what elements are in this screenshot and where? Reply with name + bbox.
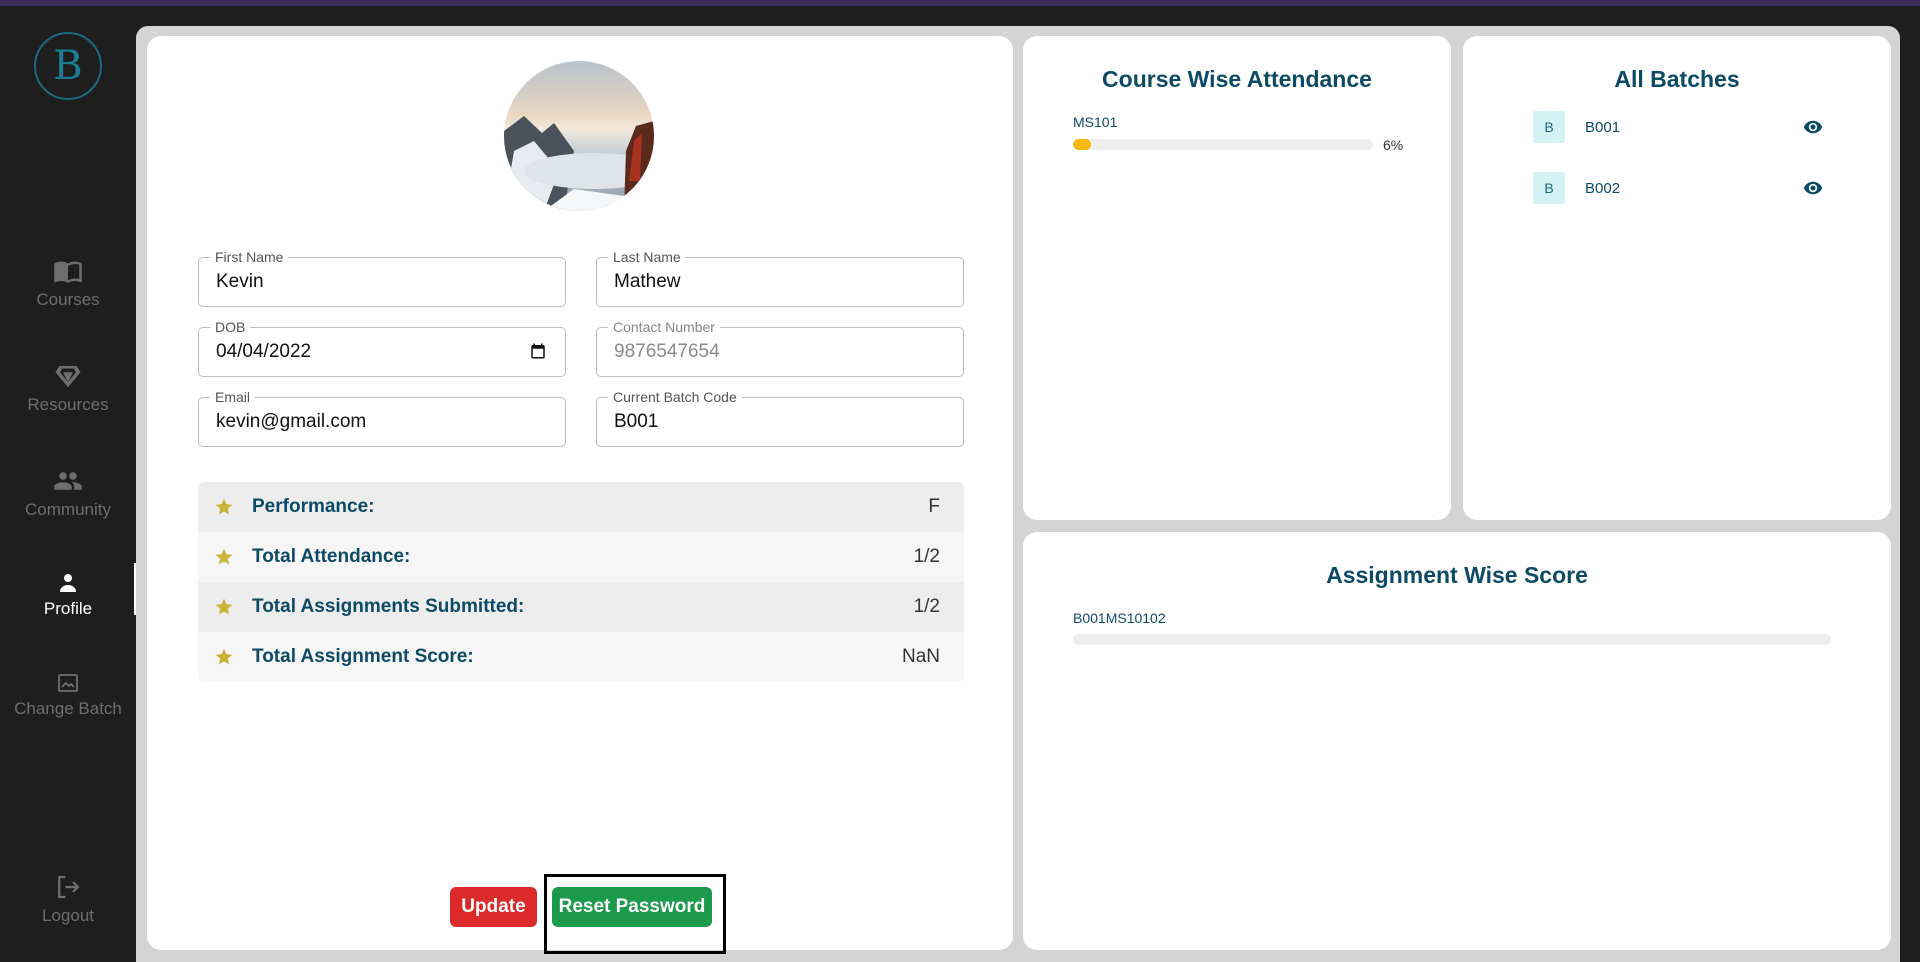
sidebar: B Courses Resources Community Profile Ch…: [0, 6, 136, 962]
logout-icon: [58, 875, 80, 899]
course-attendance-card: Course Wise Attendance MS101 6%: [1023, 36, 1451, 520]
batch-badge: B: [1533, 111, 1565, 143]
batch-badge: B: [1533, 172, 1565, 204]
dob-value: 04/04/2022: [216, 341, 312, 362]
dob-field[interactable]: DOB 04/04/2022: [198, 319, 566, 377]
image-icon: [58, 674, 78, 692]
card-title: Course Wise Attendance: [1102, 66, 1372, 92]
list-item: B B001: [1533, 111, 1823, 143]
stat-performance: Performance: F: [198, 482, 964, 532]
sidebar-item-label: Resources: [27, 395, 109, 414]
star-icon: [215, 548, 233, 565]
sidebar-item-community[interactable]: Community: [0, 466, 136, 520]
reset-password-button[interactable]: Reset Password: [552, 887, 712, 927]
eye-icon[interactable]: [1803, 117, 1823, 137]
stats-list: Performance: F Total Attendance: 1/2 Tot…: [198, 482, 964, 682]
avatar[interactable]: [504, 61, 654, 211]
stat-label: Total Assignments Submitted:: [252, 596, 525, 617]
batch-code-field[interactable]: Current Batch Code B001: [596, 389, 964, 447]
stat-label: Performance:: [252, 496, 375, 517]
dob-label: DOB: [210, 319, 251, 335]
app-logo[interactable]: B: [34, 32, 102, 100]
sidebar-item-label: Change Batch: [14, 699, 122, 718]
contact-number-field[interactable]: Contact Number 9876547654: [596, 319, 964, 377]
sidebar-item-courses[interactable]: Courses: [0, 256, 136, 310]
sidebar-item-profile[interactable]: Profile: [0, 563, 136, 619]
first-name-field[interactable]: First Name Kevin: [198, 249, 566, 307]
stat-value: NaN: [901, 646, 940, 667]
calendar-icon[interactable]: [529, 342, 547, 360]
sidebar-item-label: Logout: [42, 906, 94, 925]
profile-card: First Name Kevin Last Name Mathew DOB 04…: [147, 36, 1013, 954]
course-label: MS101: [1073, 114, 1118, 130]
stat-label: Total Assignment Score:: [252, 646, 474, 667]
star-icon: [215, 648, 233, 665]
top-accent-bar: [0, 0, 1920, 6]
people-icon: [54, 472, 82, 490]
list-item: B B002: [1533, 172, 1823, 204]
stat-value: 1/2: [913, 596, 940, 617]
eye-icon[interactable]: [1803, 178, 1823, 198]
logo-letter: B: [53, 43, 83, 89]
contact-number-label: Contact Number: [608, 319, 720, 335]
batch-name: B001: [1585, 118, 1621, 136]
assignment-label: B001MS10102: [1073, 610, 1166, 626]
contact-number-value: 9876547654: [614, 341, 720, 362]
first-name-value: Kevin: [216, 271, 264, 292]
batch-code-value: B001: [614, 411, 659, 432]
card-title: All Batches: [1614, 66, 1740, 92]
first-name-label: First Name: [210, 249, 289, 265]
star-icon: [215, 498, 233, 515]
email-value: kevin@gmail.com: [216, 411, 367, 432]
attendance-progress-bar: [1073, 139, 1373, 150]
attendance-progress-fill: [1073, 139, 1091, 150]
sidebar-item-label: Profile: [43, 599, 93, 618]
stat-value: F: [928, 496, 940, 517]
email-field[interactable]: Email kevin@gmail.com: [198, 389, 566, 447]
last-name-value: Mathew: [614, 271, 681, 292]
batch-code-label: Current Batch Code: [608, 389, 742, 405]
stat-total-attendance: Total Attendance: 1/2: [198, 532, 964, 582]
last-name-field[interactable]: Last Name Mathew: [596, 249, 964, 307]
main-content: First Name Kevin Last Name Mathew DOB 04…: [136, 26, 1900, 962]
stat-assignments-submitted: Total Assignments Submitted: 1/2: [198, 582, 964, 632]
update-button[interactable]: Update: [450, 887, 537, 927]
gem-icon: [55, 366, 81, 388]
book-icon: [54, 261, 82, 283]
person-icon: [60, 574, 76, 592]
all-batches-card: All Batches B B001 B B002: [1463, 36, 1891, 520]
batch-name: B002: [1585, 179, 1621, 197]
assignment-progress-bar: [1073, 634, 1831, 645]
stat-label: Total Attendance:: [252, 546, 411, 567]
assignment-score-card: Assignment Wise Score B001MS10102: [1023, 532, 1891, 950]
card-title: Assignment Wise Score: [1326, 562, 1588, 588]
sidebar-item-logout[interactable]: Logout: [0, 872, 136, 926]
email-label: Email: [210, 389, 256, 405]
sidebar-item-resources[interactable]: Resources: [0, 361, 136, 415]
star-icon: [215, 598, 233, 615]
sidebar-item-change-batch[interactable]: Change Batch: [0, 671, 136, 719]
stat-assignment-score: Total Assignment Score: NaN: [198, 632, 964, 682]
attendance-percent: 6%: [1383, 137, 1404, 153]
last-name-label: Last Name: [608, 249, 686, 265]
stat-value: 1/2: [913, 546, 940, 567]
sidebar-item-label: Community: [25, 500, 111, 519]
sidebar-item-label: Courses: [36, 290, 100, 309]
